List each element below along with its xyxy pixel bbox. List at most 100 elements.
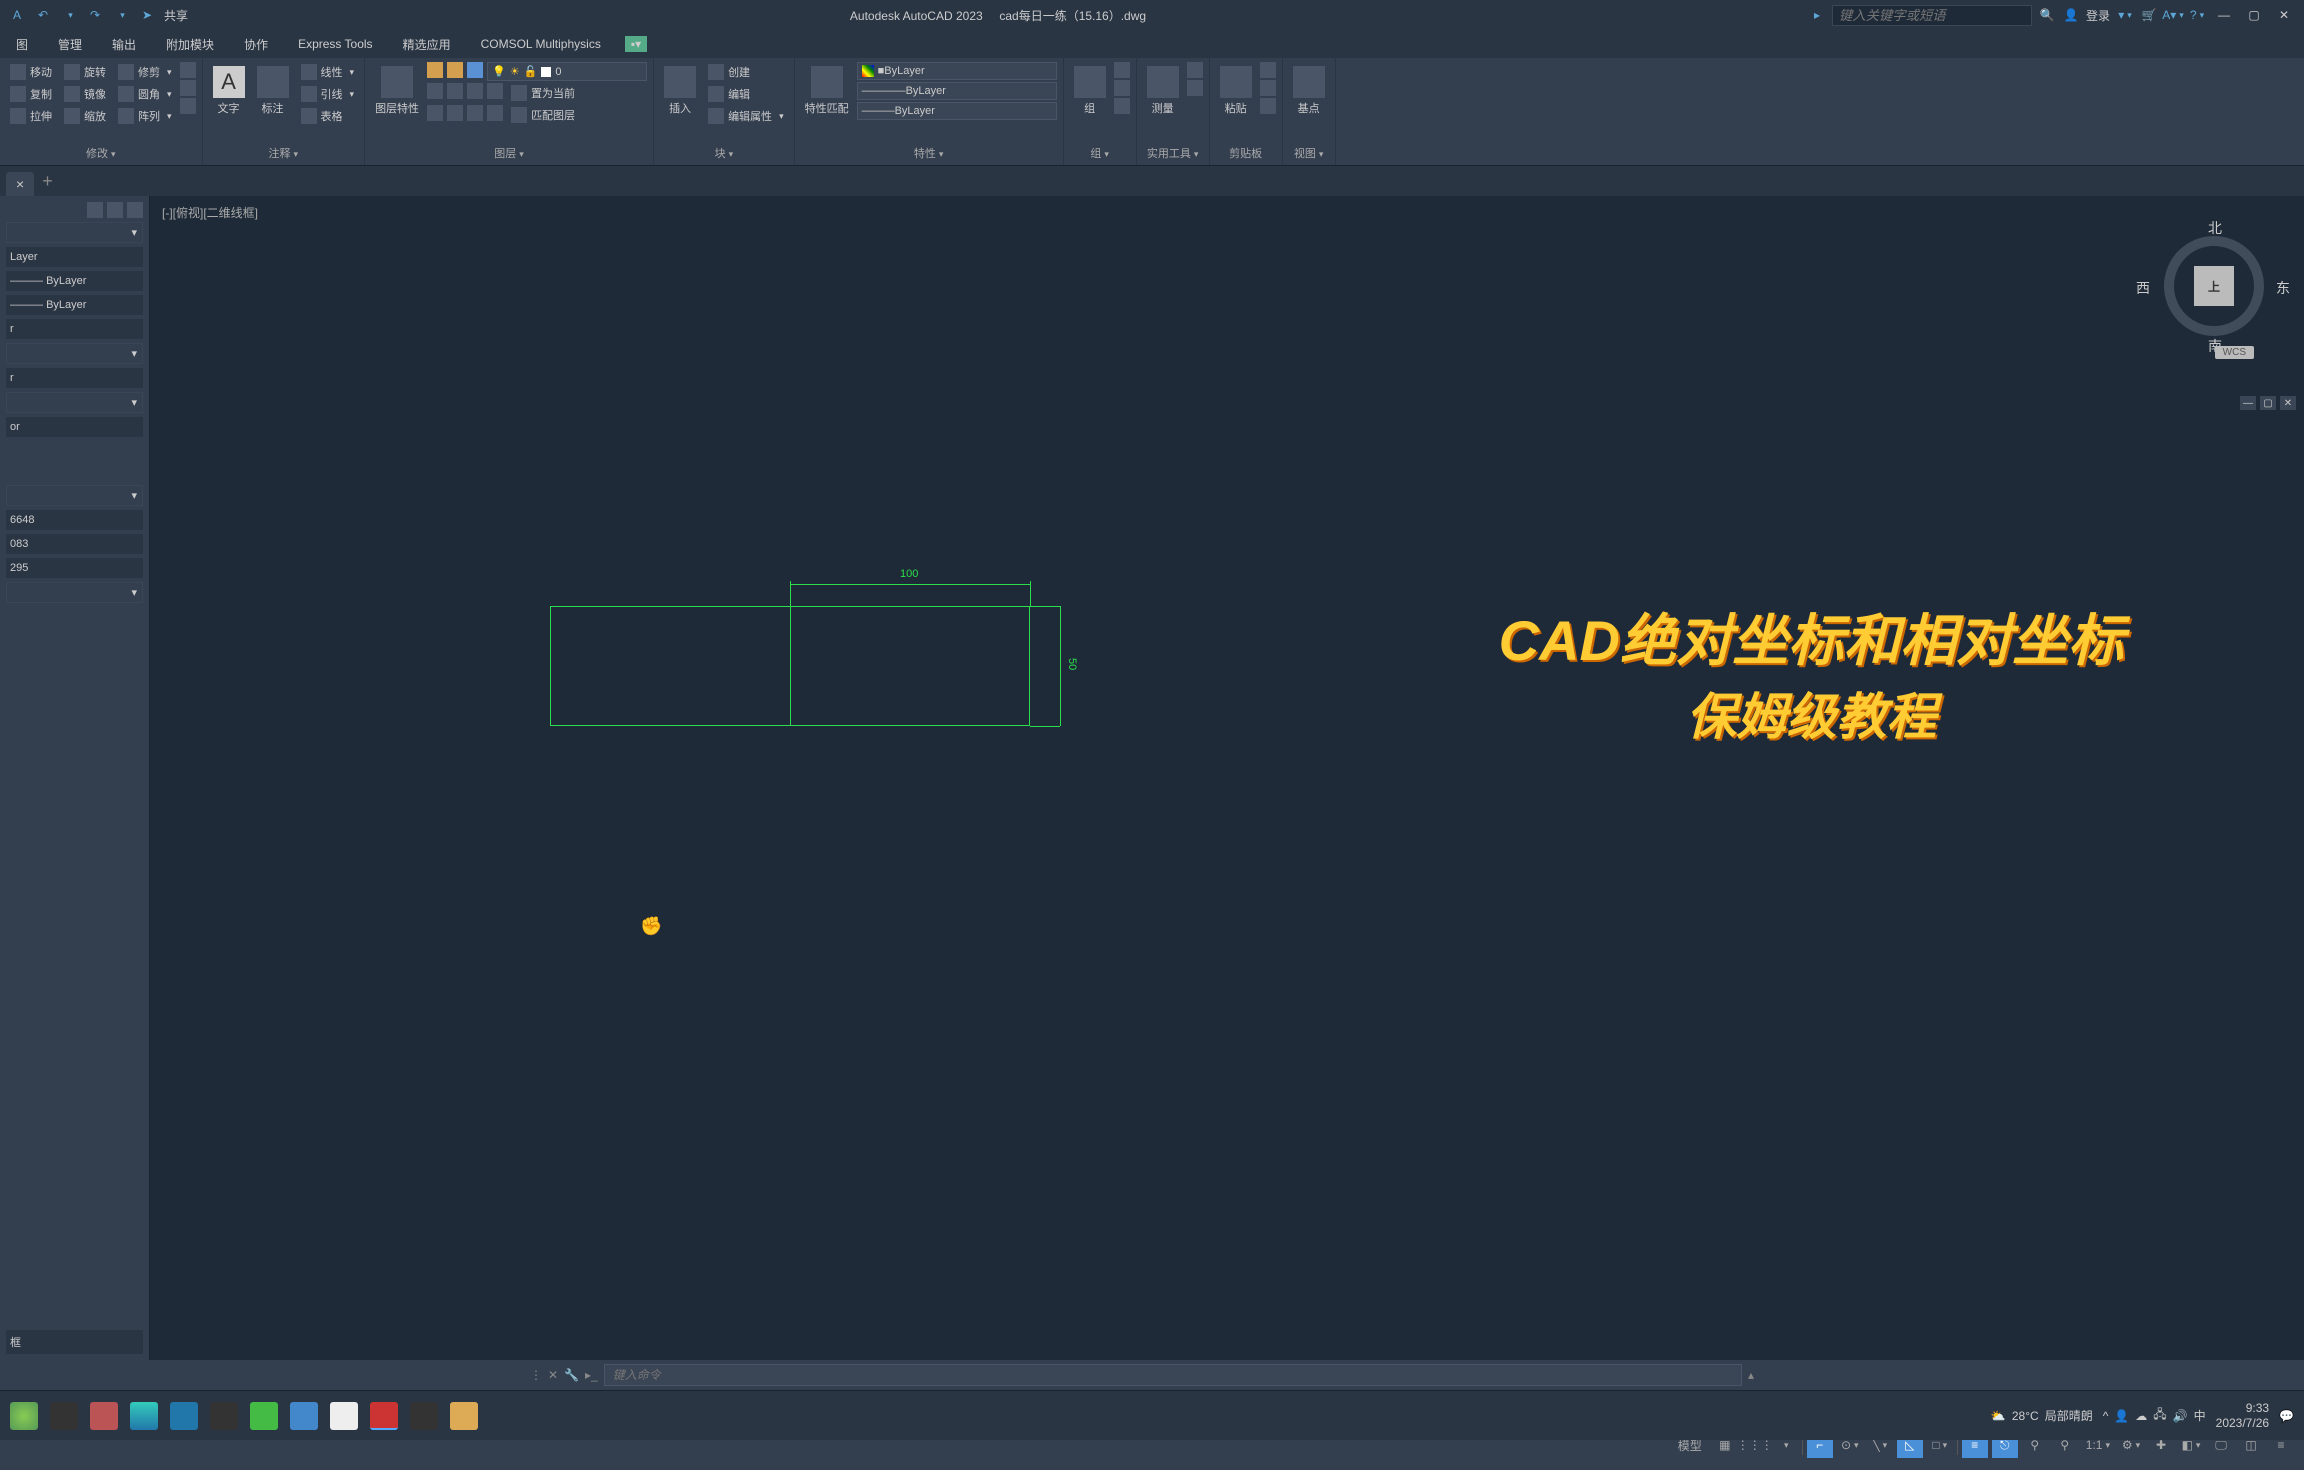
- linetype-dropdown[interactable]: ———— ByLayer: [857, 82, 1057, 100]
- menu-output[interactable]: 输出: [106, 33, 142, 56]
- lp-bylayer-2[interactable]: ——— ByLayer: [6, 295, 143, 315]
- redo-icon[interactable]: ↷: [86, 6, 104, 24]
- layer-icon-1[interactable]: [427, 62, 443, 78]
- undo-icon[interactable]: ↶: [34, 6, 52, 24]
- layer-props-button[interactable]: 图层特性: [371, 62, 423, 143]
- lp-select-3[interactable]: ▾: [6, 392, 143, 413]
- tray-net-icon[interactable]: 🖧: [2153, 1405, 2166, 1426]
- share-button[interactable]: 共享: [164, 7, 188, 24]
- l4[interactable]: [487, 83, 503, 99]
- search-task-icon[interactable]: [290, 1402, 318, 1430]
- panel-annotate-title[interactable]: 注释: [209, 143, 359, 161]
- color-dropdown[interactable]: ■ ByLayer: [857, 62, 1057, 80]
- cmd-expand-icon[interactable]: ▴: [1748, 1368, 1754, 1382]
- u2[interactable]: [1187, 80, 1203, 96]
- cube-east[interactable]: 东: [2276, 278, 2290, 298]
- l6[interactable]: [447, 105, 463, 121]
- panel-block-title[interactable]: 块: [660, 143, 788, 161]
- menu-overflow-icon[interactable]: ▪▾: [625, 36, 647, 52]
- panel-view-title[interactable]: 视图: [1289, 143, 1329, 161]
- lp-select-5[interactable]: ▾: [6, 582, 143, 603]
- cmd-wrench-icon[interactable]: 🔧: [564, 1368, 579, 1382]
- panel-util-title[interactable]: 实用工具: [1143, 143, 1203, 161]
- clock[interactable]: 9:33 2023/7/26: [2216, 1401, 2269, 1430]
- vp-close-icon[interactable]: ✕: [2280, 396, 2296, 410]
- table-button[interactable]: 表格: [297, 106, 359, 126]
- array-button[interactable]: 阵列: [114, 106, 176, 126]
- vp-min-icon[interactable]: —: [2240, 396, 2256, 410]
- send-icon[interactable]: ➤: [138, 6, 156, 24]
- undo-drop-icon[interactable]: [60, 6, 78, 24]
- cmd-close-icon[interactable]: ✕: [548, 1368, 558, 1382]
- notification-icon[interactable]: 💬: [2279, 1409, 2294, 1423]
- lp-select-2[interactable]: ▾: [6, 343, 143, 364]
- edge-icon[interactable]: [130, 1402, 158, 1430]
- qq-icon[interactable]: [210, 1402, 238, 1430]
- tray-up-icon[interactable]: ^: [2103, 1409, 2109, 1423]
- search-input[interactable]: [1832, 5, 2032, 26]
- layer-icon-3[interactable]: [467, 62, 483, 78]
- login-button[interactable]: 登录: [2086, 7, 2110, 24]
- measure-button[interactable]: 测量: [1143, 62, 1183, 143]
- close-tab-icon[interactable]: ×: [16, 176, 24, 192]
- lp-or[interactable]: or: [6, 417, 143, 437]
- g1[interactable]: [1114, 62, 1130, 78]
- scale-button[interactable]: 缩放: [60, 106, 110, 126]
- stretch-button[interactable]: 拉伸: [6, 106, 56, 126]
- close-button[interactable]: ✕: [2272, 5, 2296, 25]
- paste-button[interactable]: 粘贴: [1216, 62, 1256, 143]
- app-menu-icon[interactable]: A: [8, 6, 26, 24]
- cube-north[interactable]: 北: [2208, 218, 2222, 238]
- cmd-handle-icon[interactable]: ⋮: [530, 1368, 542, 1382]
- rotate-button[interactable]: 旋转: [60, 62, 110, 82]
- lp-icon-2[interactable]: [107, 202, 123, 218]
- edit-block-button[interactable]: 编辑: [704, 84, 788, 104]
- system-tray[interactable]: ^ 👤 ☁ 🖧 🔊 中: [2103, 1405, 2206, 1426]
- basis-button[interactable]: 基点: [1289, 62, 1329, 143]
- g3[interactable]: [1114, 98, 1130, 114]
- c2[interactable]: [1260, 80, 1276, 96]
- explorer-icon[interactable]: [450, 1402, 478, 1430]
- l5[interactable]: [427, 105, 443, 121]
- lineweight-dropdown[interactable]: ——— ByLayer: [857, 102, 1057, 120]
- move-button[interactable]: 移动: [6, 62, 56, 82]
- lp-frame[interactable]: 框: [6, 1330, 143, 1354]
- lp-icon-1[interactable]: [87, 202, 103, 218]
- view-cube[interactable]: 上 北 南 西 东: [2154, 226, 2274, 346]
- menu-addins[interactable]: 附加模块: [160, 33, 220, 56]
- leader-button[interactable]: 引线: [297, 84, 359, 104]
- tray-people-icon[interactable]: 👤: [2114, 1409, 2129, 1423]
- extra-icon-1[interactable]: [180, 62, 196, 78]
- wechat-icon[interactable]: [250, 1402, 278, 1430]
- rec-icon[interactable]: [410, 1402, 438, 1430]
- layer-icon-2[interactable]: [447, 62, 463, 78]
- mail-icon[interactable]: [170, 1402, 198, 1430]
- tray-vol-icon[interactable]: 🔊: [2173, 1409, 2188, 1423]
- edit-attr-button[interactable]: 编辑属性: [704, 106, 788, 126]
- calendar-icon[interactable]: [90, 1402, 118, 1430]
- command-input[interactable]: [604, 1364, 1742, 1386]
- taskview-icon[interactable]: [50, 1402, 78, 1430]
- extra-icon-3[interactable]: [180, 98, 196, 114]
- menu-featured[interactable]: 精选应用: [397, 33, 457, 56]
- l2[interactable]: [447, 83, 463, 99]
- cloud-icon[interactable]: [330, 1402, 358, 1430]
- autocad-icon[interactable]: [370, 1402, 398, 1430]
- login-drop-icon[interactable]: ▾: [2116, 6, 2134, 24]
- panel-layer-title[interactable]: 图层: [371, 143, 647, 161]
- redo-drop-icon[interactable]: [112, 6, 130, 24]
- menu-express[interactable]: Express Tools: [292, 34, 378, 54]
- cube-top[interactable]: 上: [2194, 266, 2234, 306]
- help-icon[interactable]: ?: [2188, 6, 2206, 24]
- doc-tab[interactable]: ×: [6, 172, 34, 196]
- menu-comsol[interactable]: COMSOL Multiphysics: [475, 34, 607, 54]
- mirror-button[interactable]: 镜像: [60, 84, 110, 104]
- text-button[interactable]: A文字: [209, 62, 249, 143]
- copy-button[interactable]: 复制: [6, 84, 56, 104]
- l1[interactable]: [427, 83, 443, 99]
- make-current-button[interactable]: 置为当前: [507, 83, 579, 103]
- view-label[interactable]: [-][俯视][二维线框]: [162, 204, 258, 221]
- lp-r[interactable]: r: [6, 319, 143, 339]
- lp-select-1[interactable]: ▾: [6, 222, 143, 243]
- layer-dropdown[interactable]: 💡 ☀ 🔓 0: [487, 62, 647, 81]
